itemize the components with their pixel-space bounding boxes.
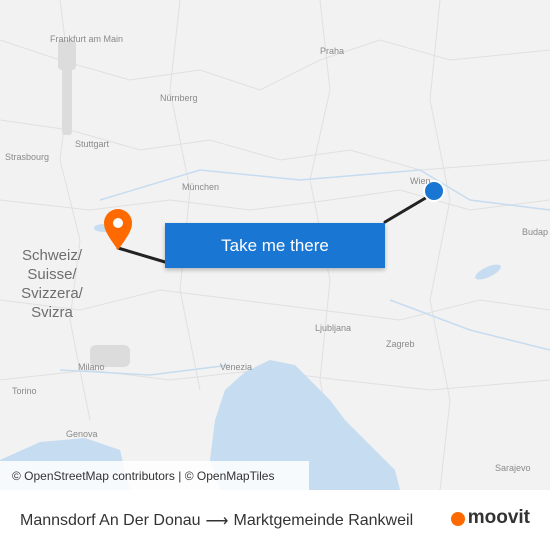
arrow-right-icon: ⟶ <box>205 513 229 530</box>
city-label-stuttgart: Stuttgart <box>75 139 110 149</box>
attribution-text: © OpenStreetMap contributors | © OpenMap… <box>12 468 275 483</box>
moovit-logo[interactable]: moovit <box>450 507 530 529</box>
city-label-munchen: München <box>182 182 220 192</box>
city-label-milano: Milano <box>78 362 105 372</box>
destination-name: Marktgemeinde Rankweil <box>233 512 414 529</box>
city-label-sarajevo: Sarajevo <box>495 463 531 473</box>
map-view[interactable]: Frankfurt am Main Praha Nürnberg Stuttga… <box>0 0 550 490</box>
city-label-strasbourg: Strasbourg <box>5 152 50 162</box>
city-label-frankfurt: Frankfurt am Main <box>50 34 124 44</box>
city-label-ljubljana: Ljubljana <box>315 323 352 333</box>
city-label-genova: Genova <box>66 429 98 439</box>
city-label-torino: Torino <box>12 386 37 396</box>
destination-pin-icon[interactable] <box>104 209 132 250</box>
moovit-logo-icon <box>450 512 465 526</box>
moovit-logo-text: moovit <box>467 507 530 528</box>
city-label-nurnberg: Nürnberg <box>160 93 198 103</box>
city-label-zagreb: Zagreb <box>386 339 415 349</box>
origin-name: Mannsdorf An Der Donau <box>20 512 201 529</box>
country-label-switzerland: Schweiz/ Suisse/ Svizzera/ Svizra <box>21 247 83 321</box>
map-attribution: © OpenStreetMap contributors | © OpenMap… <box>0 461 309 490</box>
route-line-west <box>116 246 167 264</box>
city-label-wien: Wien <box>410 176 431 186</box>
take-me-there-button[interactable]: Take me there <box>165 223 385 268</box>
city-label-praha: Praha <box>320 46 345 56</box>
city-label-budapest: Budap <box>522 227 549 237</box>
route-summary: Mannsdorf An Der Donau ⟶ Marktgemeinde R… <box>20 511 413 531</box>
city-label-venezia: Venezia <box>220 362 253 372</box>
